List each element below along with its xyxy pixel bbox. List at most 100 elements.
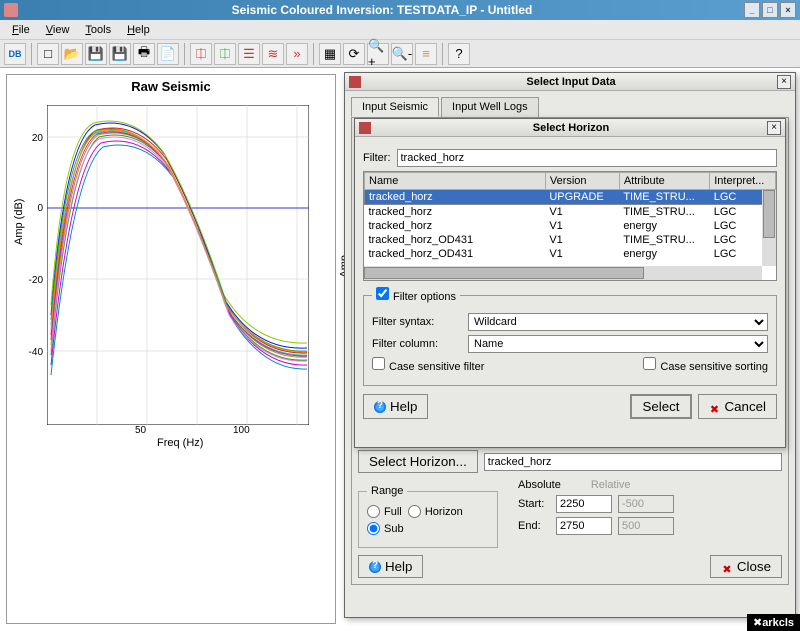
filter-options-legend: Filter options: [393, 291, 456, 303]
select-horizon-dialog: Select Horizon × Filter: Name Version At…: [354, 118, 786, 448]
grid-icon[interactable]: ▦: [319, 43, 341, 65]
plot-panel: Raw Seismic Amp (dB) Amp Freq (Hz) 20 0 …: [6, 74, 336, 624]
db-icon[interactable]: DB: [4, 43, 26, 65]
end-absolute-input[interactable]: [556, 517, 612, 535]
range-fieldset: Range Full Horizon Sub: [358, 485, 498, 548]
start-relative-input: [618, 495, 674, 513]
table-hscrollbar[interactable]: [364, 266, 762, 280]
case-sort-label: Case sensitive sorting: [660, 361, 768, 373]
dialog-icon: [349, 76, 361, 88]
start-label: Start:: [518, 498, 550, 510]
open-icon[interactable]: 📂: [61, 43, 83, 65]
table-vscrollbar[interactable]: [762, 190, 776, 266]
save-icon[interactable]: 💾: [85, 43, 107, 65]
table-row[interactable]: tracked_horzV1TIME_STRU...LGC: [365, 205, 776, 220]
close-window-button[interactable]: ×: [780, 2, 796, 18]
menu-file[interactable]: File: [4, 22, 38, 38]
col-version[interactable]: Version: [545, 173, 619, 190]
minimize-button[interactable]: _: [744, 2, 760, 18]
window-title: Seismic Coloured Inversion: TESTDATA_IP …: [22, 3, 742, 17]
zoom-in-icon[interactable]: 🔍+: [367, 43, 389, 65]
list-icon[interactable]: ☰: [238, 43, 260, 65]
copy-icon[interactable]: 📄: [157, 43, 179, 65]
zoom-out-icon[interactable]: 🔍-: [391, 43, 413, 65]
ytick: 20: [15, 133, 43, 144]
filter-label: Filter:: [363, 152, 391, 164]
horizon-dialog-close-icon[interactable]: ×: [767, 121, 781, 135]
maximize-button[interactable]: □: [762, 2, 778, 18]
dialog-title: Select Input Data: [365, 76, 777, 88]
filter-syntax-select[interactable]: Wildcard: [468, 313, 768, 331]
tab-input-seismic[interactable]: Input Seismic: [351, 97, 439, 117]
close-icon: [721, 561, 733, 573]
end-relative-input: [618, 517, 674, 535]
close-button[interactable]: Close: [710, 555, 782, 578]
spectrum-plot: [47, 105, 309, 425]
horizon-dialog-icon: [359, 122, 371, 134]
arrows-icon[interactable]: »: [286, 43, 308, 65]
plot-title: Raw Seismic: [7, 79, 335, 94]
help-icon: [369, 561, 381, 573]
selected-horizon-field[interactable]: [484, 453, 782, 471]
xtick: 50: [135, 425, 146, 436]
menu-view[interactable]: View: [38, 22, 78, 38]
label-full: Full: [384, 506, 402, 518]
xtick: 100: [233, 425, 250, 436]
footer-brand: ✖arkcls: [747, 614, 800, 631]
radio-full[interactable]: [367, 505, 380, 518]
radio-sub[interactable]: [367, 522, 380, 535]
cancel-button[interactable]: Cancel: [698, 394, 778, 419]
menubar: File View Tools Help: [0, 20, 800, 40]
col-interpret[interactable]: Interpret...: [710, 173, 776, 190]
toolbar: DB □ 📂 💾 💾 🖶 📄 ⎅ ⎅ ☰ ≋ » ▦ ⟳ 🔍+ 🔍- ≡ ?: [0, 40, 800, 68]
select-horizon-button[interactable]: Select Horizon...: [358, 450, 478, 473]
tab-input-well-logs[interactable]: Input Well Logs: [441, 97, 539, 117]
horizon-table[interactable]: Name Version Attribute Interpret... trac…: [363, 171, 777, 281]
horizon-help-button[interactable]: Help: [363, 394, 428, 419]
ytick: 0: [15, 203, 43, 214]
end-label: End:: [518, 520, 550, 532]
table-row[interactable]: tracked_horzV1energyLGC: [365, 219, 776, 233]
case-filter-checkbox[interactable]: [372, 357, 385, 370]
filter-syntax-label: Filter syntax:: [372, 316, 462, 328]
input-help-button[interactable]: Help: [358, 555, 423, 578]
label-horizon: Horizon: [425, 506, 463, 518]
ytick: -40: [15, 347, 43, 358]
table-row[interactable]: tracked_horz_OD431V1energyLGC: [365, 247, 776, 261]
range-legend: Range: [367, 485, 407, 497]
wave-2-icon[interactable]: ⎅: [214, 43, 236, 65]
menu-help[interactable]: Help: [119, 22, 158, 38]
refresh-icon[interactable]: ⟳: [343, 43, 365, 65]
x-axis-label: Freq (Hz): [157, 437, 203, 449]
select-button[interactable]: Select: [630, 394, 691, 419]
ytick: -20: [15, 275, 43, 286]
filter-input[interactable]: [397, 149, 778, 167]
label-sub: Sub: [384, 523, 404, 535]
wave-3-icon[interactable]: ≋: [262, 43, 284, 65]
help-icon[interactable]: ?: [448, 43, 470, 65]
start-absolute-input[interactable]: [556, 495, 612, 513]
relative-label: Relative: [591, 479, 631, 491]
col-attribute[interactable]: Attribute: [619, 173, 709, 190]
radio-horizon[interactable]: [408, 505, 421, 518]
main-titlebar: Seismic Coloured Inversion: TESTDATA_IP …: [0, 0, 800, 20]
dialog-close-icon[interactable]: ×: [777, 75, 791, 89]
table-row[interactable]: tracked_horzUPGRADETIME_STRU...LGC: [365, 190, 776, 205]
filter-column-label: Filter column:: [372, 338, 462, 350]
absolute-label: Absolute: [518, 479, 561, 491]
help-icon: [374, 401, 386, 413]
save-as-icon[interactable]: 💾: [109, 43, 131, 65]
wave-1-icon[interactable]: ⎅: [190, 43, 212, 65]
case-filter-label: Case sensitive filter: [389, 361, 484, 373]
layers-icon[interactable]: ≡: [415, 43, 437, 65]
new-icon[interactable]: □: [37, 43, 59, 65]
app-icon: [4, 3, 18, 17]
case-sort-checkbox[interactable]: [643, 357, 656, 370]
filter-options-toggle[interactable]: [376, 287, 389, 300]
horizon-dialog-title: Select Horizon: [375, 122, 767, 134]
filter-column-select[interactable]: Name: [468, 335, 768, 353]
table-row[interactable]: tracked_horz_OD431V1TIME_STRU...LGC: [365, 233, 776, 247]
menu-tools[interactable]: Tools: [77, 22, 119, 38]
col-name[interactable]: Name: [365, 173, 546, 190]
print-icon[interactable]: 🖶: [133, 43, 155, 65]
